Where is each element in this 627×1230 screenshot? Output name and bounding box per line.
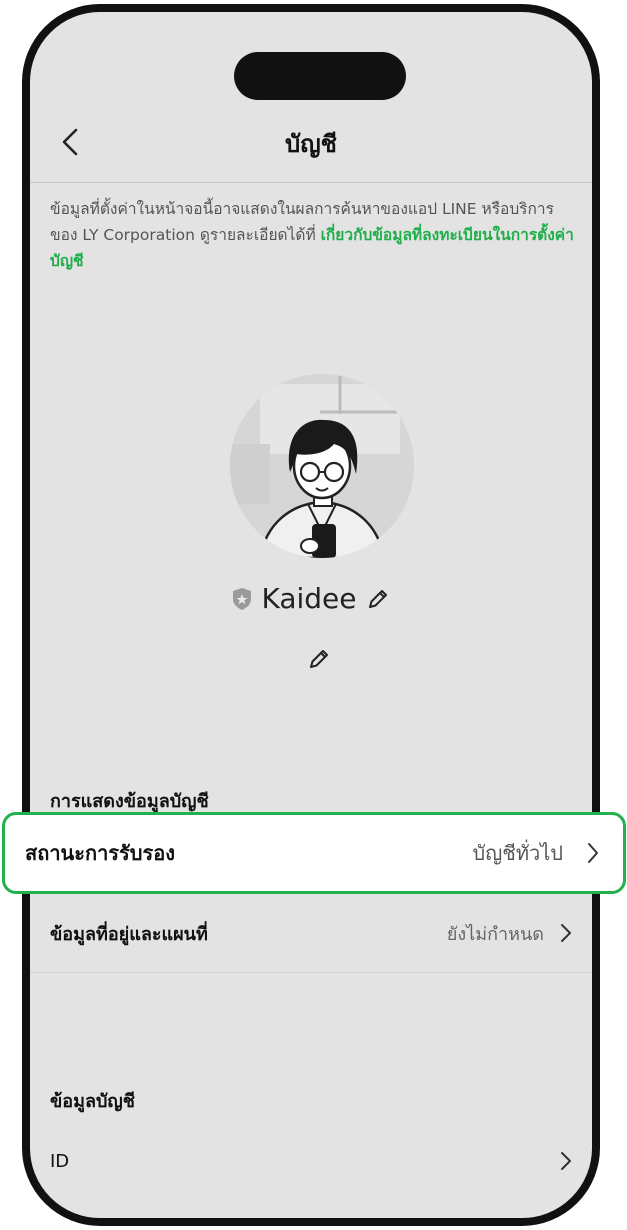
status-message-pencil-icon[interactable] xyxy=(306,646,332,672)
shield-icon xyxy=(233,587,252,610)
chevron-right-icon xyxy=(561,924,571,942)
location-row[interactable]: ข้อมูลที่อยู่และแผนที่ ยังไม่กำหนด xyxy=(30,898,592,968)
pencil-icon[interactable] xyxy=(365,586,391,612)
page-title: บัญชี xyxy=(285,130,337,158)
location-label: ข้อมูลที่อยู่และแผนที่ xyxy=(50,923,208,945)
verification-status-row[interactable]: สถานะการรับรอง บัญชีทั่วไป xyxy=(2,812,626,894)
dynamic-island xyxy=(234,52,406,100)
info-notice: ข้อมูลที่ตั้งค่าในหน้าจอนี้อาจแสดงในผลกา… xyxy=(50,196,580,274)
section-header-display: การแสดงข้อมูลบัญชี xyxy=(50,791,209,812)
profile-name-row: Kaidee xyxy=(30,582,592,615)
avatar[interactable] xyxy=(230,374,414,558)
row-divider xyxy=(30,972,592,973)
chevron-right-icon xyxy=(561,1152,571,1170)
verification-label: สถานะการรับรอง xyxy=(25,841,175,865)
section-header-account: ข้อมูลบัญชี xyxy=(50,1091,135,1112)
avatar-illustration xyxy=(230,374,414,558)
id-label: ID xyxy=(50,1150,70,1172)
verification-value: บัญชีทั่วไป xyxy=(472,841,563,865)
phone-frame: บัญชี ข้อมูลที่ตั้งค่าในหน้าจอนี้อาจแสดง… xyxy=(22,4,600,1226)
location-value: ยังไม่กำหนด xyxy=(446,923,544,945)
header-divider xyxy=(30,182,592,183)
id-row[interactable]: ID xyxy=(30,1126,592,1196)
chevron-right-icon xyxy=(588,843,598,863)
profile-name: Kaidee xyxy=(261,582,357,615)
